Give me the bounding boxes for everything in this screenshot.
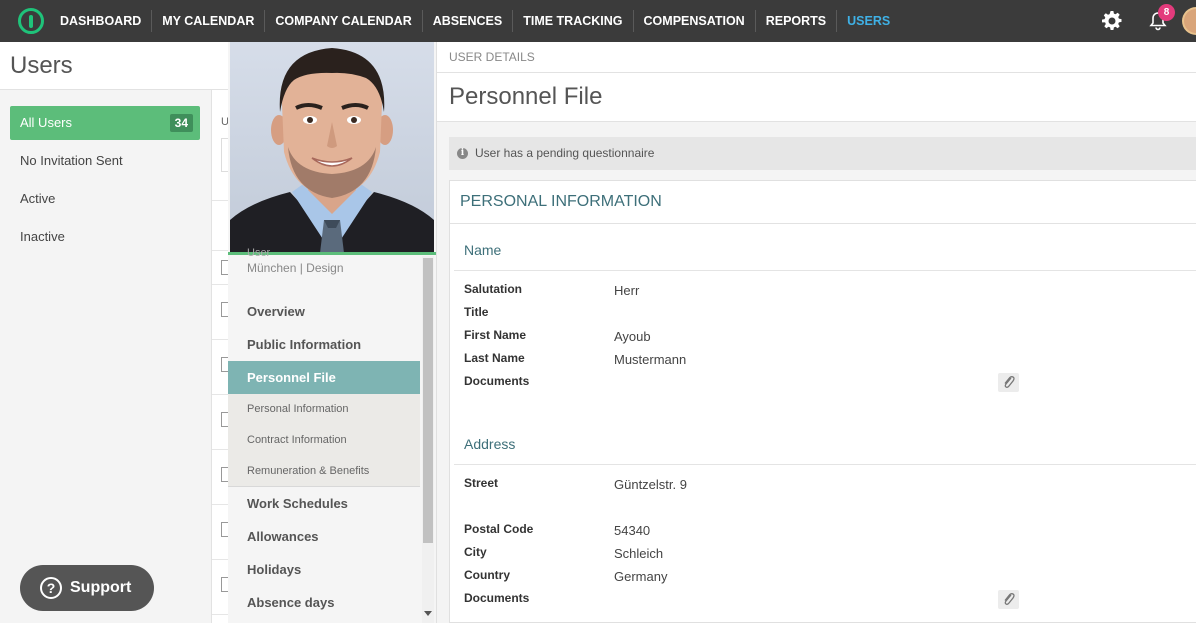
nav-company-calendar[interactable]: COMPANY CALENDAR: [265, 10, 423, 32]
nav-compensation[interactable]: COMPENSATION: [634, 10, 756, 32]
info-icon: i: [457, 148, 468, 159]
menu-personnel-file[interactable]: Personnel File: [228, 361, 420, 394]
menu-holidays[interactable]: Holidays: [228, 553, 420, 586]
app-logo-icon[interactable]: [18, 8, 44, 34]
menu-work-schedules[interactable]: Work Schedules: [228, 487, 420, 520]
filter-active[interactable]: Active: [10, 182, 200, 216]
nav-time-tracking[interactable]: TIME TRACKING: [513, 10, 634, 32]
menu-absence-days[interactable]: Absence days: [228, 586, 420, 619]
question-mark-icon: ?: [40, 577, 62, 599]
users-header: Users: [0, 42, 228, 90]
menu-allowances[interactable]: Allowances: [228, 520, 420, 553]
field-value: Herr: [614, 283, 640, 298]
field-value: Germany: [614, 569, 668, 584]
personal-information-card: PERSONAL INFORMATION Name Salutation Her…: [449, 180, 1196, 623]
field-label: Last Name: [464, 351, 525, 365]
scrollbar-thumb[interactable]: [423, 258, 433, 543]
field-label: Title: [464, 305, 489, 319]
field-label: First Name: [464, 328, 527, 342]
name-section-heading: Name: [464, 242, 502, 258]
gear-icon[interactable]: [1102, 11, 1122, 31]
field-label: Documents: [464, 374, 530, 388]
support-label: Support: [70, 579, 132, 596]
submenu-contract-information[interactable]: Contract Information: [228, 425, 420, 456]
nav-users[interactable]: USERS: [837, 10, 900, 32]
breadcrumb: USER DETAILS: [437, 42, 1196, 73]
divider: [454, 464, 1196, 465]
menu-public-information[interactable]: Public Information: [228, 328, 420, 361]
notification-badge: 8: [1158, 4, 1175, 21]
user-count-badge: 34: [169, 114, 193, 132]
top-navbar: DASHBOARD MY CALENDAR COMPANY CALENDAR A…: [0, 0, 1196, 42]
user-role: User: [247, 247, 271, 259]
personnel-file-submenu: Personal Information Contract Informatio…: [228, 394, 420, 487]
nav-my-calendar[interactable]: MY CALENDAR: [152, 10, 266, 32]
field-value: 54340: [614, 523, 651, 538]
nav-absences[interactable]: ABSENCES: [423, 10, 514, 32]
profile-photo: [230, 42, 434, 253]
nav-dashboard[interactable]: DASHBOARD: [50, 10, 153, 32]
bell-icon[interactable]: 8: [1148, 4, 1175, 31]
title-bar: Personnel File: [437, 73, 1196, 122]
field-value: Mustermann: [614, 352, 687, 367]
page-title: Users: [10, 52, 73, 79]
nav-reports[interactable]: REPORTS: [756, 10, 838, 32]
field-value: Ayoub: [614, 329, 651, 344]
user-avatar[interactable]: [1182, 7, 1196, 35]
field-label: Country: [464, 568, 510, 582]
submenu-remuneration-benefits[interactable]: Remuneration & Benefits: [228, 456, 420, 487]
field-value: Schleich: [614, 546, 664, 561]
section-title: Personnel File: [449, 83, 603, 110]
profile-menu-scrollbar[interactable]: [422, 256, 434, 623]
field-label: Street: [464, 476, 499, 490]
notice-text: User has a pending questionnaire: [475, 146, 655, 160]
pending-questionnaire-notice: i User has a pending questionnaire: [449, 137, 1196, 170]
submenu-personal-information[interactable]: Personal Information: [228, 394, 420, 425]
paperclip-icon[interactable]: [998, 590, 1019, 609]
filter-label: All Users: [20, 115, 73, 130]
field-label: City: [464, 545, 487, 559]
divider: [454, 270, 1196, 271]
address-section-heading: Address: [464, 436, 516, 452]
field-label: Salutation: [464, 282, 523, 296]
card-title: PERSONAL INFORMATION: [450, 181, 1196, 224]
user-details-panel: USER DETAILS Personnel File i User has a…: [436, 42, 1196, 623]
filter-all-users[interactable]: All Users 34: [10, 106, 200, 140]
field-label: Postal Code: [464, 522, 534, 536]
menu-overview[interactable]: Overview: [228, 295, 420, 328]
user-location-department: München | Design: [247, 261, 344, 275]
scroll-down-arrow-icon[interactable]: [424, 611, 432, 616]
main-nav: DASHBOARD MY CALENDAR COMPANY CALENDAR A…: [50, 0, 900, 42]
field-value: Güntzelstr. 9: [614, 477, 687, 492]
paperclip-icon[interactable]: [998, 373, 1019, 392]
user-profile-panel: User München | Design Overview Public In…: [228, 42, 436, 623]
field-label: Documents: [464, 591, 530, 605]
filter-no-invitation-sent[interactable]: No Invitation Sent: [10, 144, 200, 178]
support-button[interactable]: ? Support: [20, 565, 154, 611]
filter-inactive[interactable]: Inactive: [10, 220, 200, 254]
